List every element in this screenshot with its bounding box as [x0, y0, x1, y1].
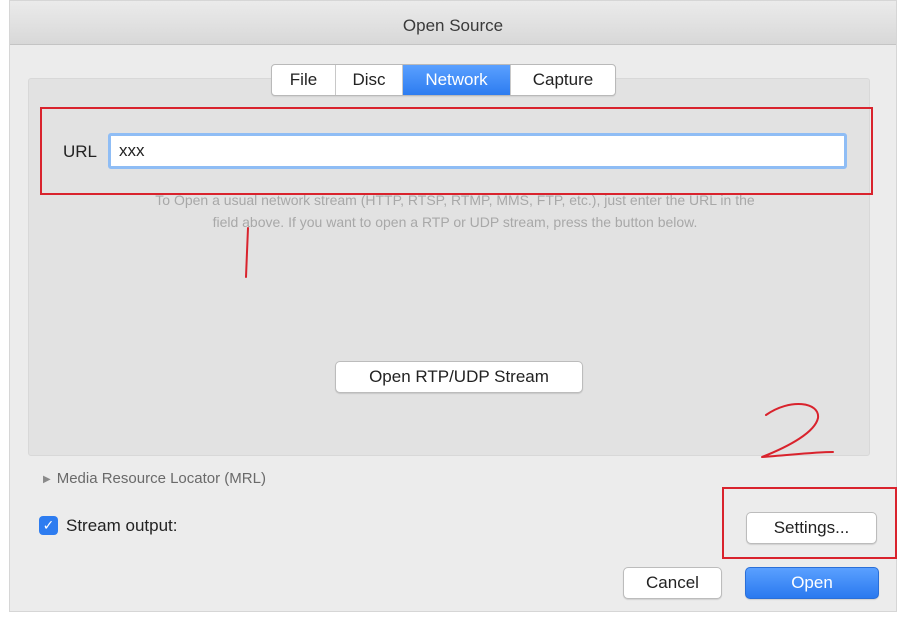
handwritten-annotations: [245, 227, 834, 458]
annotation-mark-2: [761, 402, 834, 458]
annotation-mark-1: [245, 227, 249, 278]
